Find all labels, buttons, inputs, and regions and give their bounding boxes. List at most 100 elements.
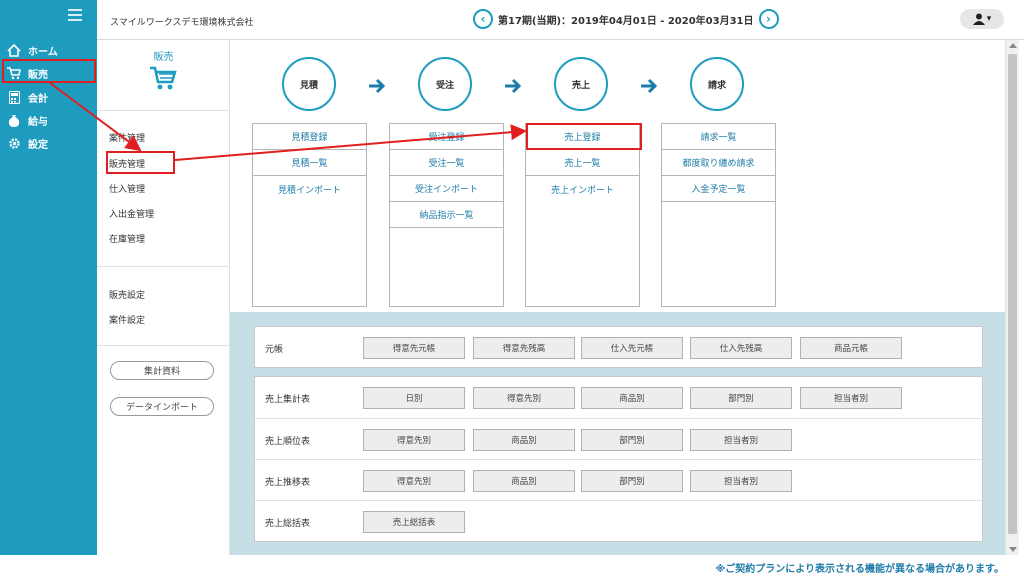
user-icon — [972, 13, 985, 25]
prev-period-button[interactable]: ‹ — [473, 9, 493, 29]
sub-item-payment[interactable]: 入出金管理 — [109, 207, 154, 220]
moneybag-icon — [6, 113, 22, 127]
top-header: スマイルワークスデモ環境株式会社 ‹ 第17期(当期)：2019年04月01日 … — [97, 0, 1024, 40]
estimate-import-link[interactable]: 見積インポート — [253, 176, 366, 202]
report-row: 売上総括表 売上総括表 — [255, 501, 982, 541]
delivery-instruction-list-link[interactable]: 納品指示一覧 — [390, 202, 503, 228]
scroll-down-icon[interactable] — [1009, 547, 1017, 552]
scroll-thumb[interactable] — [1008, 54, 1017, 534]
report-button[interactable]: 商品別 — [581, 387, 683, 409]
step-billing: 請求 — [690, 57, 744, 111]
report-button[interactable]: 部門別 — [690, 387, 792, 409]
sub-item-purchase[interactable]: 仕入管理 — [109, 182, 145, 195]
order-list-link[interactable]: 受注一覧 — [390, 150, 503, 176]
sales-flow: 見積 受注 売上 請求 見積登録 見積一覧 見積インポート 受注登録 受注一覧 … — [230, 40, 1005, 312]
vertical-scrollbar[interactable] — [1005, 40, 1019, 555]
report-button[interactable]: 商品別 — [473, 470, 575, 492]
footer-note: ※ご契約プランにより表示される機能が異なる場合があります。 — [715, 564, 1004, 575]
report-button[interactable]: 得意先元帳 — [363, 337, 465, 359]
period-selector: ‹ 第17期(当期)：2019年04月01日 - 2020年03月31日 › — [473, 8, 779, 30]
report-label: 売上順位表 — [265, 437, 311, 447]
report-button[interactable]: 仕入先元帳 — [581, 337, 683, 359]
sales-import-link[interactable]: 売上インポート — [526, 176, 639, 202]
report-button[interactable]: 部門別 — [581, 470, 683, 492]
highlight-sales-register — [526, 123, 642, 150]
ledger-card: 元帳 得意先元帳 得意先残高 仕入先元帳 仕入先残高 商品元帳 — [254, 326, 983, 368]
report-button[interactable]: 商品元帳 — [800, 337, 902, 359]
home-icon — [6, 43, 22, 57]
estimate-list-link[interactable]: 見積一覧 — [253, 150, 366, 176]
summary-report-button[interactable]: 集計資料 — [110, 361, 214, 380]
chevron-down-icon: ▾ — [986, 14, 992, 24]
report-button[interactable]: 得意先別 — [363, 470, 465, 492]
report-area: 元帳 得意先元帳 得意先残高 仕入先元帳 仕入先残高 商品元帳 売上集計表 日別… — [230, 312, 1005, 555]
report-button[interactable]: 担当者別 — [690, 429, 792, 451]
billing-list-link[interactable]: 請求一覧 — [662, 124, 775, 150]
main-content: 見積 受注 売上 請求 見積登録 見積一覧 見積インポート 受注登録 受注一覧 … — [230, 40, 1005, 555]
divider — [97, 110, 230, 111]
arrow-right-icon — [641, 78, 658, 94]
nav-label: 設定 — [28, 139, 48, 151]
step-order: 受注 — [418, 57, 472, 111]
sub-item-sales-settings[interactable]: 販売設定 — [109, 288, 145, 301]
order-import-link[interactable]: 受注インポート — [390, 176, 503, 202]
report-row: 売上集計表 日別 得意先別 商品別 部門別 担当者別 — [255, 377, 982, 417]
sub-item-project-settings[interactable]: 案件設定 — [109, 313, 145, 326]
sub-item-project[interactable]: 案件管理 — [109, 131, 145, 144]
order-register-link[interactable]: 受注登録 — [390, 124, 503, 150]
report-label: 元帳 — [265, 345, 284, 355]
next-period-button[interactable]: › — [758, 9, 779, 29]
sales-list-link[interactable]: 売上一覧 — [526, 150, 639, 176]
nav-label: 給与 — [28, 116, 48, 128]
report-button[interactable]: 担当者別 — [800, 387, 902, 409]
billing-column: 請求一覧 都度取り纏め請求 入金予定一覧 — [661, 123, 776, 307]
nav-label: ホーム — [28, 46, 58, 58]
scroll-up-icon[interactable] — [1009, 43, 1017, 48]
nav-item-accounting[interactable]: 会計 — [6, 87, 48, 107]
divider — [97, 266, 230, 267]
estimate-register-link[interactable]: 見積登録 — [253, 124, 366, 150]
report-row: 売上推移表 得意先別 商品別 部門別 担当者別 — [255, 460, 982, 500]
hamburger-menu-icon[interactable] — [68, 9, 82, 21]
sub-sidebar-title: 販売 — [153, 52, 174, 63]
report-button[interactable]: 得意先残高 — [473, 337, 575, 359]
report-label: 売上推移表 — [265, 478, 311, 488]
report-button[interactable]: 担当者別 — [690, 470, 792, 492]
report-button[interactable]: 部門別 — [581, 429, 683, 451]
company-name: スマイルワークスデモ環境株式会社 — [110, 18, 254, 28]
nav-item-settings[interactable]: 設定 — [6, 133, 48, 153]
cart-icon — [150, 66, 177, 90]
gear-icon — [6, 136, 22, 150]
step-estimate: 見積 — [282, 57, 336, 111]
sub-item-inventory[interactable]: 在庫管理 — [109, 232, 145, 245]
left-nav: ホーム 販売 会計 給与 設定 — [0, 0, 97, 555]
calculator-icon — [6, 90, 22, 104]
arrow-right-icon — [369, 78, 386, 94]
nav-item-home[interactable]: ホーム — [6, 40, 58, 60]
arrow-right-icon — [505, 78, 522, 94]
divider — [97, 345, 230, 346]
ad-hoc-consolidated-billing-link[interactable]: 都度取り纏め請求 — [662, 150, 775, 176]
report-button[interactable]: 得意先別 — [473, 387, 575, 409]
step-sales: 売上 — [554, 57, 608, 111]
estimate-column: 見積登録 見積一覧 見積インポート — [252, 123, 367, 307]
payment-schedule-list-link[interactable]: 入金予定一覧 — [662, 176, 775, 202]
order-column: 受注登録 受注一覧 受注インポート 納品指示一覧 — [389, 123, 504, 307]
report-button[interactable]: 仕入先残高 — [690, 337, 792, 359]
highlight-sales-management — [106, 151, 175, 174]
sales-reports-card: 売上集計表 日別 得意先別 商品別 部門別 担当者別 売上順位表 得意先別 商品… — [254, 376, 983, 542]
nav-item-payroll[interactable]: 給与 — [6, 110, 48, 130]
report-label: 売上総括表 — [265, 519, 311, 529]
report-button[interactable]: 得意先別 — [363, 429, 465, 451]
nav-label: 会計 — [28, 93, 48, 105]
highlight-nav-sales — [2, 59, 96, 83]
report-button[interactable]: 商品別 — [473, 429, 575, 451]
report-label: 売上集計表 — [265, 395, 311, 405]
sub-sidebar: 販売 案件管理 販売管理 仕入管理 入出金管理 在庫管理 販売設定 案件設定 集… — [97, 40, 230, 555]
report-row: 売上順位表 得意先別 商品別 部門別 担当者別 — [255, 419, 982, 459]
report-button[interactable]: 日別 — [363, 387, 465, 409]
report-button[interactable]: 売上総括表 — [363, 511, 465, 533]
data-import-button[interactable]: データインポート — [110, 397, 214, 416]
user-menu-button[interactable]: ▾ — [960, 9, 1004, 29]
fiscal-period: 第17期(当期)：2019年04月01日 - 2020年03月31日 — [498, 15, 754, 27]
